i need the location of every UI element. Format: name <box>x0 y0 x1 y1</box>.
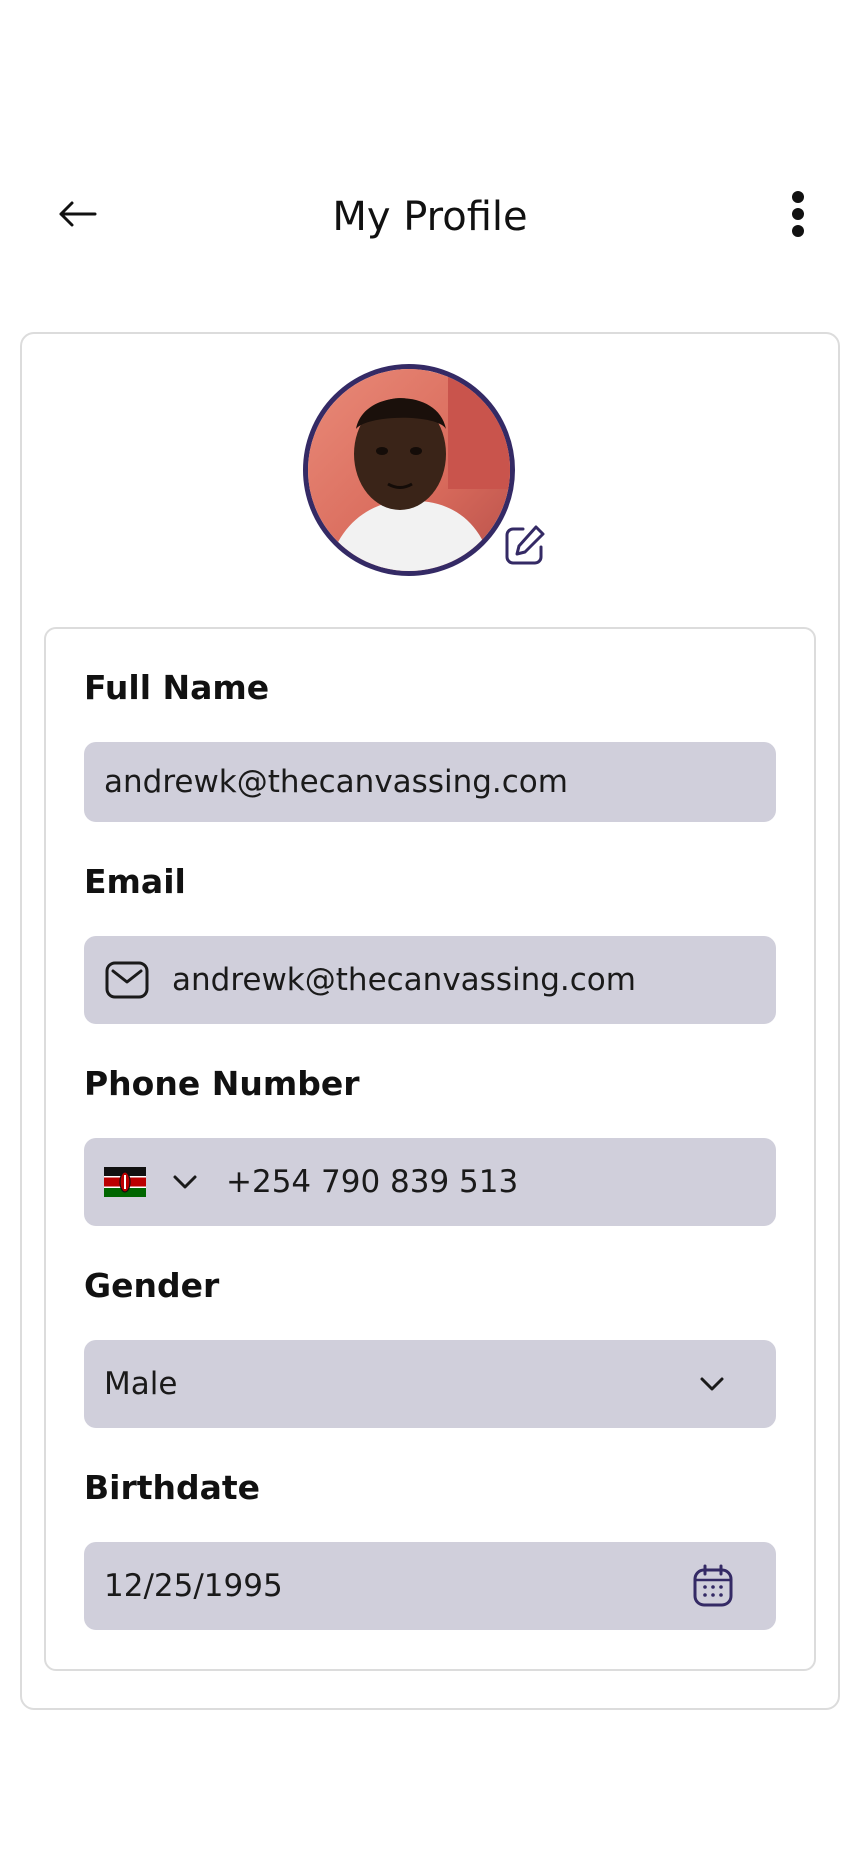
full-name-label: Full Name <box>84 668 270 707</box>
country-chevron-down-icon[interactable] <box>170 1167 200 1197</box>
more-vertical-icon <box>791 191 805 241</box>
gender-select[interactable]: Male <box>84 1340 776 1428</box>
gender-value: Male <box>104 1366 178 1402</box>
edit-pencil-icon <box>503 523 547 571</box>
phone-value: +254 790 839 513 <box>226 1164 519 1200</box>
avatar[interactable] <box>303 364 515 576</box>
phone-label: Phone Number <box>84 1064 360 1103</box>
edit-avatar-button[interactable] <box>500 522 550 572</box>
page-title: My Profile <box>332 194 528 240</box>
more-options-button[interactable] <box>778 190 818 242</box>
full-name-field[interactable]: andrewk@thecanvassing.com <box>84 742 776 822</box>
full-name-value: andrewk@thecanvassing.com <box>104 764 568 800</box>
chevron-down-icon <box>692 1364 732 1404</box>
email-field[interactable]: andrewk@thecanvassing.com <box>84 936 776 1024</box>
email-label: Email <box>84 862 186 901</box>
kenya-flag-icon[interactable] <box>104 1167 146 1197</box>
phone-field[interactable]: +254 790 839 513 <box>84 1138 776 1226</box>
mail-icon <box>104 957 150 1003</box>
gender-label: Gender <box>84 1266 220 1305</box>
profile-page: My Profile Full Name andrewk@thecanvassi… <box>0 0 860 1864</box>
email-value: andrewk@thecanvassing.com <box>172 962 636 998</box>
birthdate-label: Birthdate <box>84 1468 261 1507</box>
calendar-icon[interactable] <box>690 1563 736 1609</box>
birthdate-field[interactable]: 12/25/1995 <box>84 1542 776 1630</box>
birthdate-value: 12/25/1995 <box>104 1568 283 1604</box>
avatar-container <box>303 364 515 576</box>
app-header: My Profile <box>0 180 860 252</box>
